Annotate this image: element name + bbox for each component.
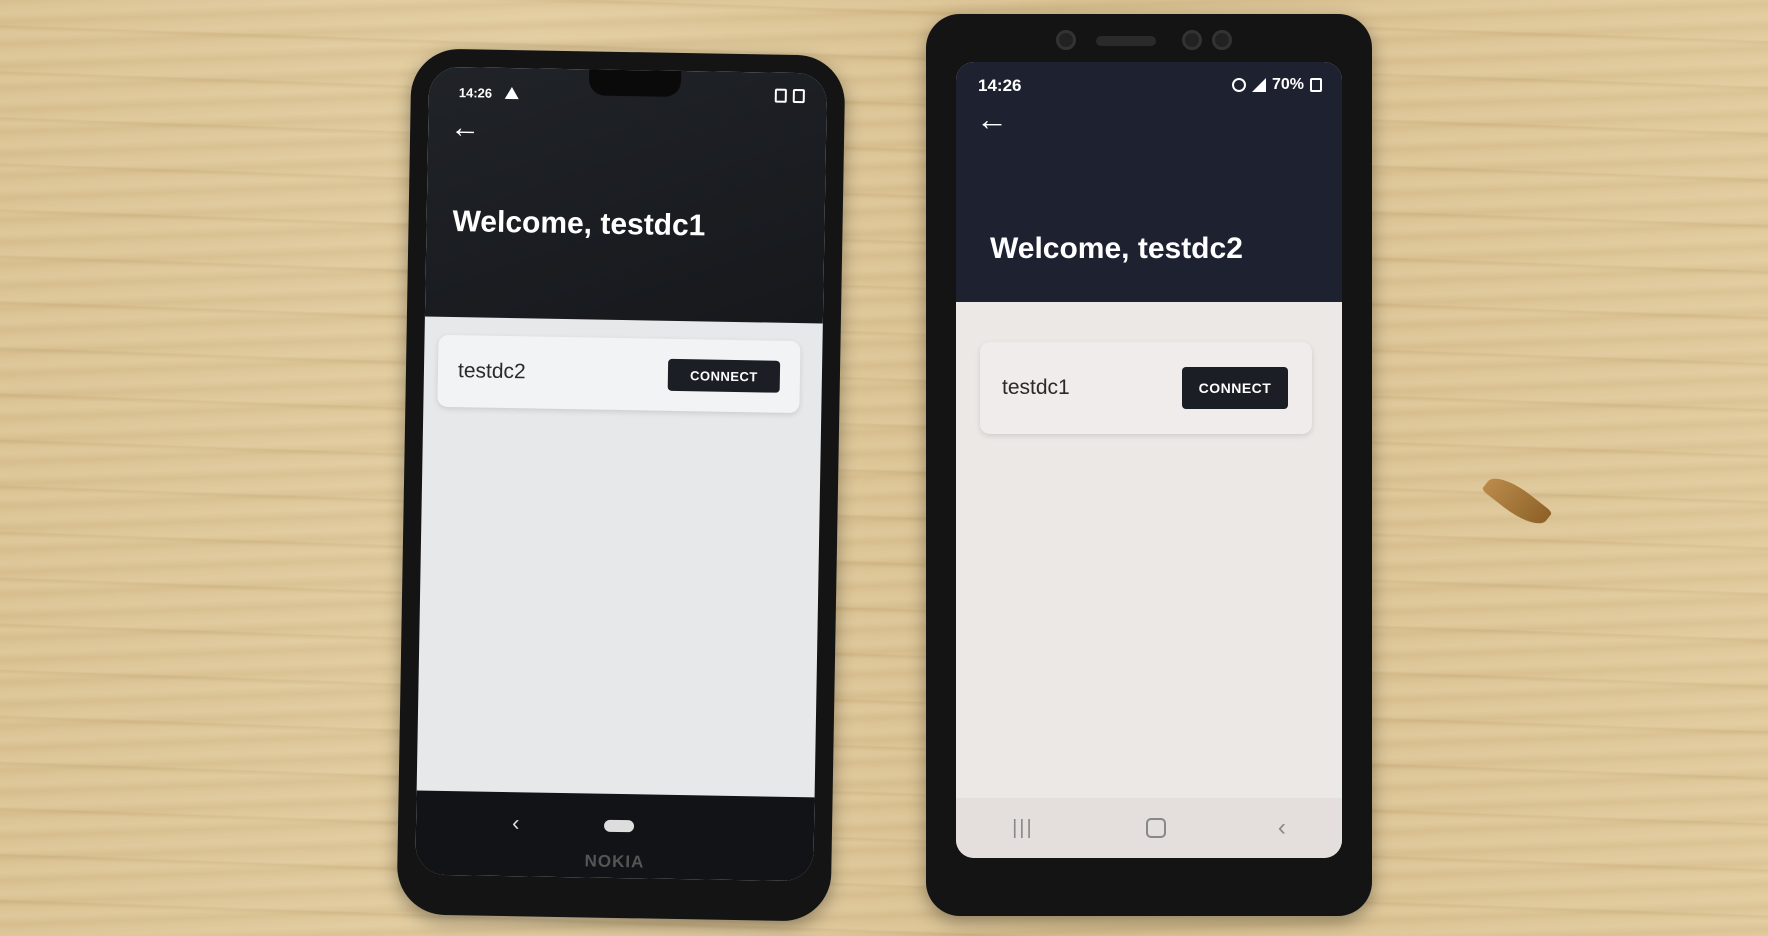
status-icons — [774, 88, 805, 104]
brand-logo: NOKIA — [584, 851, 645, 872]
phone-nokia: 14:26 ← Welcome, testdc1 testdc2 CONNECT… — [396, 48, 846, 922]
peer-card: testdc2 CONNECT — [437, 334, 801, 414]
status-bar: 14:26 70% — [956, 62, 1342, 106]
nav-home-pill-icon[interactable] — [603, 819, 635, 833]
connect-button[interactable]: CONNECT — [1182, 367, 1288, 409]
nav-back-icon[interactable]: ‹ — [512, 810, 520, 836]
status-time: 14:26 — [458, 85, 493, 101]
alarm-icon — [1231, 78, 1246, 92]
app-header: 14:26 ← Welcome, testdc1 — [424, 66, 828, 324]
system-nav-bar: ‹ NOKIA — [415, 790, 815, 882]
warning-icon — [504, 86, 519, 100]
battery-icon — [1310, 78, 1322, 92]
leaf-debris — [1481, 469, 1553, 533]
status-icons: 70% — [1231, 76, 1322, 94]
home-icon[interactable] — [1145, 818, 1166, 838]
peer-name: testdc1 — [1002, 376, 1070, 399]
earpiece — [1096, 36, 1156, 46]
status-time: 14:26 — [978, 76, 1022, 95]
phone-samsung: 14:26 70% ← Welcome, testdc2 testdc1 CON… — [926, 14, 1372, 916]
no-signal-icon — [774, 88, 787, 103]
phone-right-screen: 14:26 70% ← Welcome, testdc2 testdc1 CON… — [956, 62, 1342, 858]
page-title: Welcome, testdc2 — [990, 232, 1243, 265]
peer-name: testdc2 — [457, 359, 526, 384]
front-camera-icon — [1056, 30, 1076, 50]
status-bar: 14:26 — [429, 67, 828, 118]
sensor-icon — [1182, 30, 1202, 50]
back-arrow-icon[interactable]: ← — [450, 111, 481, 145]
connect-button[interactable]: CONNECT — [667, 358, 781, 393]
app-header: 14:26 70% ← Welcome, testdc2 — [956, 62, 1342, 302]
battery-percent: 70% — [1271, 76, 1304, 93]
recent-apps-icon[interactable]: ||| — [1012, 817, 1034, 840]
sensor-icon — [1212, 30, 1232, 50]
page-title: Welcome, testdc1 — [452, 205, 706, 243]
system-nav-bar: ||| ‹ — [956, 798, 1342, 858]
peer-card: testdc1 CONNECT — [980, 342, 1312, 434]
camera-notch — [588, 69, 682, 97]
nav-back-icon[interactable]: ‹ — [1278, 814, 1286, 842]
signal-icon — [1251, 78, 1266, 92]
battery-icon — [792, 88, 805, 104]
wood-grain — [0, 0, 1768, 936]
back-arrow-icon[interactable]: ← — [976, 103, 1008, 135]
phone-left-screen: 14:26 ← Welcome, testdc1 testdc2 CONNECT… — [415, 66, 828, 882]
